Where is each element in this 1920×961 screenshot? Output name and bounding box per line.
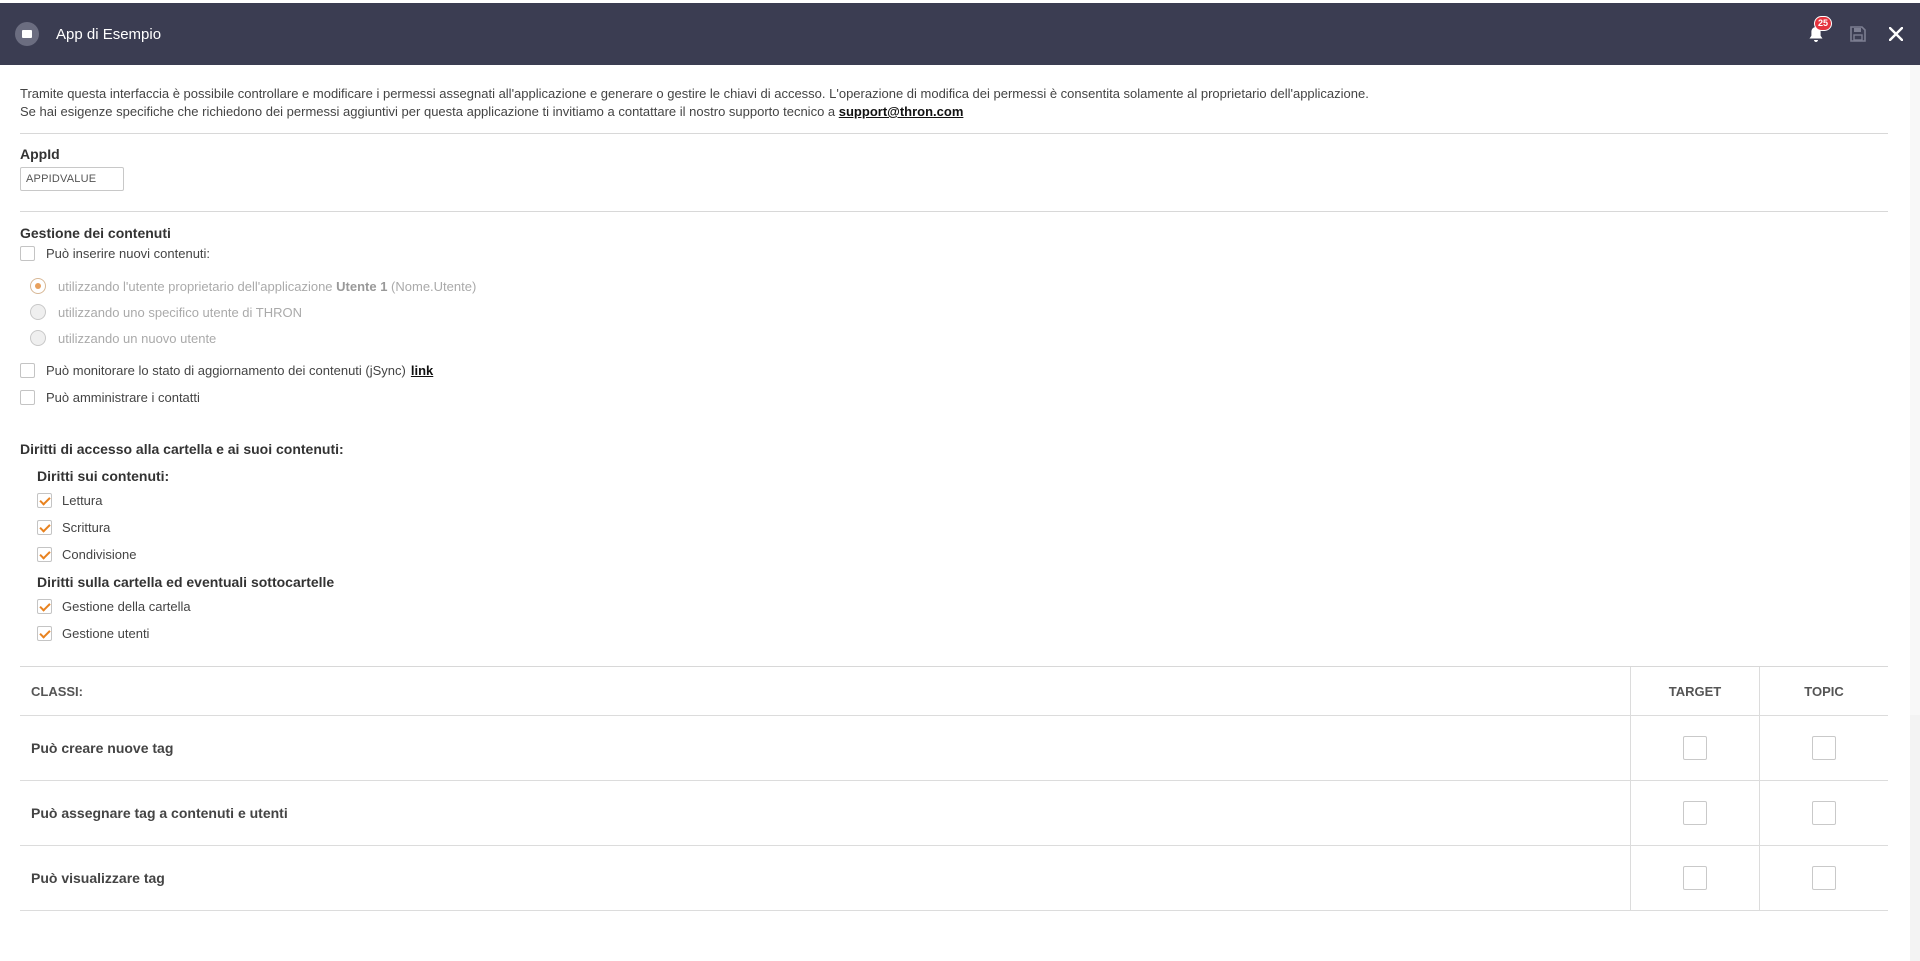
- table-row: Può visualizzare tag: [20, 845, 1888, 911]
- manage-contacts-row: Può amministrare i contatti: [20, 390, 1888, 405]
- lettura-checkbox[interactable]: [37, 493, 52, 508]
- app-title: App di Esempio: [56, 25, 162, 43]
- manage-contacts-label: Può amministrare i contatti: [46, 390, 200, 405]
- table-row: Può creare nuove tag: [20, 715, 1888, 781]
- support-email-link[interactable]: support@thron.com: [839, 104, 964, 119]
- folder-rights-title: Diritti sulla cartella ed eventuali sott…: [37, 574, 335, 590]
- divider: [20, 133, 1888, 134]
- save-button[interactable]: [1846, 22, 1870, 46]
- insert-contents-label: Può inserire nuovi contenuti:: [46, 246, 211, 261]
- folder-management-checkbox[interactable]: [37, 599, 52, 614]
- user-management-checkbox[interactable]: [37, 626, 52, 641]
- monitor-jsync-checkbox[interactable]: [20, 363, 35, 378]
- create-tag-target-checkbox[interactable]: [1683, 736, 1707, 760]
- appid-label: AppId: [20, 146, 60, 162]
- specific-user-radio[interactable]: [30, 304, 46, 320]
- assign-tag-topic-checkbox[interactable]: [1812, 801, 1836, 825]
- folder-management-label: Gestione della cartella: [62, 599, 191, 614]
- right-lettura-row: Lettura: [37, 490, 1888, 511]
- right-user-management-row: Gestione utenti: [37, 623, 1888, 644]
- radio-option-new-user[interactable]: utilizzando un nuovo utente: [30, 325, 1888, 351]
- topic-column-header: TOPIC: [1759, 667, 1888, 716]
- row-label: Può visualizzare tag: [20, 845, 1631, 911]
- condivisione-checkbox[interactable]: [37, 547, 52, 562]
- table-header-row: CLASSI: TARGET TOPIC: [20, 667, 1888, 716]
- scrittura-label: Scrittura: [62, 520, 111, 535]
- radio-option-specific-user[interactable]: utilizzando uno specifico utente di THRO…: [30, 299, 1888, 325]
- topic-cell: [1759, 845, 1888, 911]
- right-scrittura-row: Scrittura: [37, 517, 1888, 538]
- insert-user-options: utilizzando l'utente proprietario dell'a…: [30, 273, 1888, 351]
- create-tag-topic-checkbox[interactable]: [1812, 736, 1836, 760]
- manage-contacts-checkbox[interactable]: [20, 390, 35, 405]
- radio-option-owner[interactable]: utilizzando l'utente proprietario dell'a…: [30, 273, 1888, 299]
- owner-user-text: utilizzando l'utente proprietario dell'a…: [58, 278, 337, 294]
- condivisione-label: Condivisione: [62, 547, 137, 562]
- close-icon: [1889, 27, 1903, 41]
- main-content: Tramite questa interfaccia è possibile c…: [20, 65, 1888, 911]
- monitor-jsync-label: Può monitorare lo stato di aggiornamento…: [46, 363, 406, 378]
- app-window-icon: [15, 22, 39, 46]
- monitor-jsync-row: Può monitorare lo stato di aggiornamento…: [20, 363, 1888, 378]
- view-tag-topic-checkbox[interactable]: [1812, 866, 1836, 890]
- notifications-button[interactable]: 25: [1804, 16, 1833, 46]
- owner-user-label: utilizzando l'utente proprietario dell'a…: [58, 279, 476, 294]
- intro-line-1: Tramite questa interfaccia è possibile c…: [20, 86, 1369, 101]
- scrittura-checkbox[interactable]: [37, 520, 52, 535]
- row-label: Può assegnare tag a contenuti e utenti: [20, 780, 1631, 846]
- new-user-label: utilizzando un nuovo utente: [58, 330, 217, 346]
- target-cell: [1630, 845, 1760, 911]
- view-tag-target-checkbox[interactable]: [1683, 866, 1707, 890]
- content-management-title: Gestione dei contenuti: [20, 225, 171, 241]
- insert-contents-checkbox[interactable]: [20, 246, 35, 261]
- close-button[interactable]: [1884, 22, 1908, 46]
- owner-user-radio[interactable]: [30, 278, 46, 294]
- floppy-disk-icon: [1850, 26, 1866, 42]
- jsync-link[interactable]: link: [411, 363, 433, 378]
- table-row: Può assegnare tag a contenuti e utenti: [20, 780, 1888, 846]
- row-label: Può creare nuove tag: [20, 715, 1631, 781]
- specific-user-label: utilizzando uno specifico utente di THRO…: [58, 304, 302, 320]
- topic-cell: [1759, 780, 1888, 846]
- insert-contents-row: Può inserire nuovi contenuti:: [20, 246, 1888, 261]
- owner-user-handle: (Nome.Utente): [387, 278, 477, 294]
- assign-tag-target-checkbox[interactable]: [1683, 801, 1707, 825]
- content-rights-title: Diritti sui contenuti:: [37, 468, 170, 484]
- divider: [20, 211, 1888, 212]
- classes-table: CLASSI: TARGET TOPIC Può creare nuove ta…: [20, 667, 1888, 911]
- target-cell: [1630, 780, 1760, 846]
- user-management-label: Gestione utenti: [62, 626, 150, 641]
- intro-line-2-text: Se hai esigenze specifiche che richiedon…: [20, 104, 839, 119]
- lettura-label: Lettura: [62, 493, 103, 508]
- scrollbar-thumb[interactable]: [1910, 65, 1920, 715]
- target-cell: [1630, 715, 1760, 781]
- topic-cell: [1759, 715, 1888, 781]
- right-condivisione-row: Condivisione: [37, 544, 1888, 565]
- owner-user-name: Utente 1: [336, 278, 388, 294]
- vertical-scrollbar[interactable]: [1910, 65, 1920, 961]
- classes-column-header: CLASSI:: [20, 667, 1631, 716]
- appid-field[interactable]: [20, 167, 124, 191]
- new-user-radio[interactable]: [30, 330, 46, 346]
- app-header: App di Esempio 25: [0, 3, 1920, 65]
- notification-count-badge: 25: [1814, 16, 1833, 31]
- access-rights-title: Diritti di accesso alla cartella e ai su…: [20, 441, 344, 457]
- intro-text: Tramite questa interfaccia è possibile c…: [20, 85, 1888, 121]
- intro-line-2: Se hai esigenze specifiche che richiedon…: [20, 103, 1888, 121]
- target-column-header: TARGET: [1630, 667, 1760, 716]
- right-folder-management-row: Gestione della cartella: [37, 596, 1888, 617]
